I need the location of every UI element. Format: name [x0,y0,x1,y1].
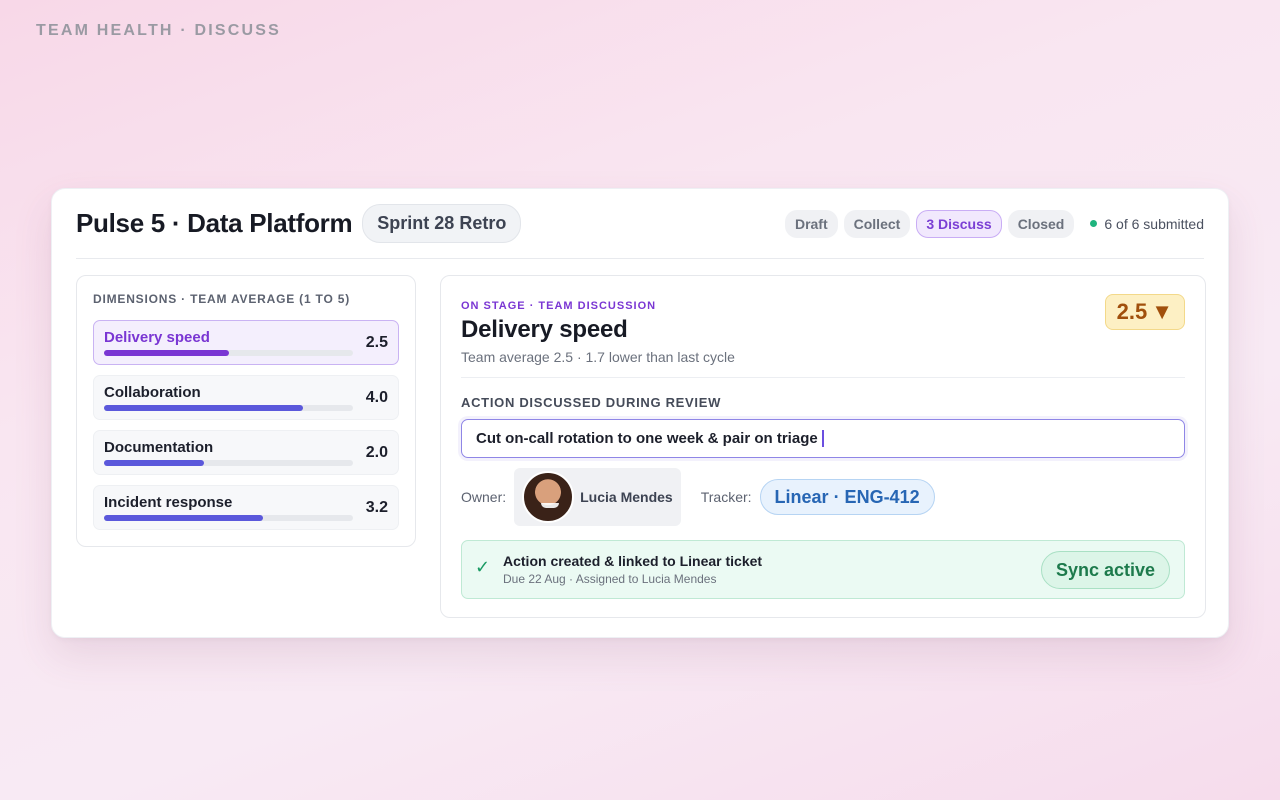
dimension-item-incident-response[interactable]: Incident response 3.2 [93,485,399,530]
dimension-item-collaboration[interactable]: Collaboration 4.0 [93,375,399,420]
stage-discuss[interactable]: 3 Discuss [916,209,1002,238]
score-badge: 2.5 ▼ [1104,294,1185,330]
score-bar-fill [104,350,229,356]
page-title: Pulse 5 · Data Platform [76,208,353,238]
score-bar [104,350,353,356]
dimension-item-documentation[interactable]: Documentation 2.0 [93,430,399,475]
discussion-subtitle: Team average 2.5 · 1.7 lower than last c… [461,349,735,365]
dimensions-label: DIMENSIONS · TEAM AVERAGE (1 TO 5) [93,292,350,306]
dimension-item-delivery-speed[interactable]: Delivery speed 2.5 [93,320,399,365]
sync-subtitle: Due 22 Aug · Assigned to Lucia Mendes [503,572,717,586]
dimension-score: 2.5 [365,334,388,351]
owner-label: Owner: [461,489,507,505]
discussion-eyebrow: ON STAGE · TEAM DISCUSSION [461,300,657,312]
owner-name: Lucia Mendes [580,489,673,505]
action-input-value: Cut on-call rotation to one week & pair … [476,430,818,447]
stage-closed[interactable]: Closed [1007,209,1075,238]
stage-draft[interactable]: Draft [784,209,838,238]
owner-picker[interactable]: Lucia Mendes [514,468,681,526]
dimension-name: Incident response [104,494,233,511]
owner-tracker-row: Owner: Lucia Mendes Tracker: Linear · EN… [461,468,935,526]
score-bar-fill [104,515,264,521]
submission-count: 6 of 6 submitted [1104,215,1204,232]
tracker-label: Tracker: [700,489,752,505]
triangle-down-icon: ▼ [1151,299,1173,324]
dimension-name: Documentation [104,439,214,456]
score-bar-fill [104,460,204,466]
score-bar-fill [104,405,304,411]
sprint-badge: Sprint 28 Retro [362,204,522,243]
dimension-name: Collaboration [104,384,201,401]
dimension-name: Delivery speed [104,329,210,346]
sync-title: Action created & linked to Linear ticket [503,553,763,569]
stage-stepper: Draft Collect 3 Discuss Closed 6 of 6 su… [784,209,1204,238]
app-brand: TEAM HEALTH · DISCUSS [36,22,282,39]
action-input[interactable]: Cut on-call rotation to one week & pair … [461,419,1185,458]
status-dot-icon [1090,220,1098,227]
divider [461,377,1185,378]
score-bar [104,515,353,521]
dimension-score: 2.0 [365,444,388,461]
dimension-score: 4.0 [365,389,388,406]
score-value: 2.5 [1116,299,1148,324]
dimension-score: 3.2 [365,499,388,516]
tracker-link[interactable]: Linear · ENG-412 [759,479,935,515]
check-icon: ✓ [475,557,491,577]
submission-status: 6 of 6 submitted [1090,216,1204,232]
score-bar [104,405,353,411]
sync-status-banner: ✓ Action created & linked to Linear tick… [461,540,1185,599]
sync-status-badge[interactable]: Sync active [1040,551,1170,589]
text-caret [821,430,824,447]
avatar [522,471,575,523]
dimension-list: Delivery speed 2.5 Collaboration 4.0 Doc… [93,320,399,530]
action-label: ACTION DISCUSSED DURING REVIEW [461,395,722,410]
discussion-panel: ON STAGE · TEAM DISCUSSION Delivery spee… [440,275,1206,618]
dimensions-panel: DIMENSIONS · TEAM AVERAGE (1 TO 5) Deliv… [76,275,416,547]
card-header: Pulse 5 · Data Platform Sprint 28 Retro … [76,189,1204,259]
pulse-card: Pulse 5 · Data Platform Sprint 28 Retro … [51,188,1229,638]
stage-collect[interactable]: Collect [843,209,911,238]
discussion-topic: Delivery speed [461,316,628,343]
score-bar [104,460,353,466]
